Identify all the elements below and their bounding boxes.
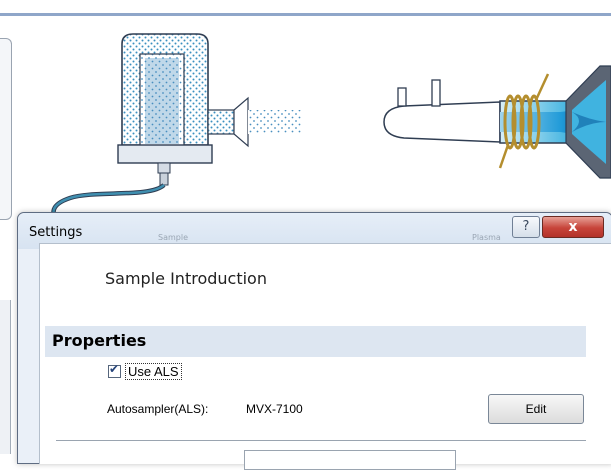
checkmark-icon: ✔ xyxy=(109,361,120,376)
plasma-torch-icon xyxy=(383,65,611,179)
partially-visible-field[interactable] xyxy=(244,450,456,470)
settings-dialog: Settings Sample Plasma ? x Sample Introd… xyxy=(17,212,611,470)
instrument-diagram xyxy=(51,33,611,224)
faint-tab-label-sample: Sample xyxy=(158,233,188,242)
properties-label: Properties xyxy=(52,331,147,350)
autosampler-value: MVX-7100 xyxy=(246,402,303,416)
sample-introduction-icon xyxy=(51,33,302,224)
left-panel-edge-lower xyxy=(0,300,11,454)
panel-heading: Sample Introduction xyxy=(105,269,267,288)
properties-panel: Sample Introduction Properties ✔ Use ALS… xyxy=(39,243,611,470)
dialog-title: Settings xyxy=(29,225,83,240)
faint-tab-label-plasma: Plasma xyxy=(472,233,501,242)
edit-button[interactable]: Edit xyxy=(488,394,584,424)
close-icon: x xyxy=(568,219,578,235)
help-icon: ? xyxy=(522,219,530,234)
autosampler-label: Autosampler(ALS): xyxy=(107,402,209,416)
use-als-label[interactable]: Use ALS xyxy=(125,362,182,380)
close-button[interactable]: x xyxy=(542,216,604,238)
use-als-row[interactable]: ✔ Use ALS xyxy=(108,361,182,381)
section-divider xyxy=(56,440,586,441)
help-button[interactable]: ? xyxy=(512,216,540,238)
use-als-checkbox[interactable]: ✔ xyxy=(108,361,121,378)
properties-header: Properties xyxy=(45,326,586,357)
